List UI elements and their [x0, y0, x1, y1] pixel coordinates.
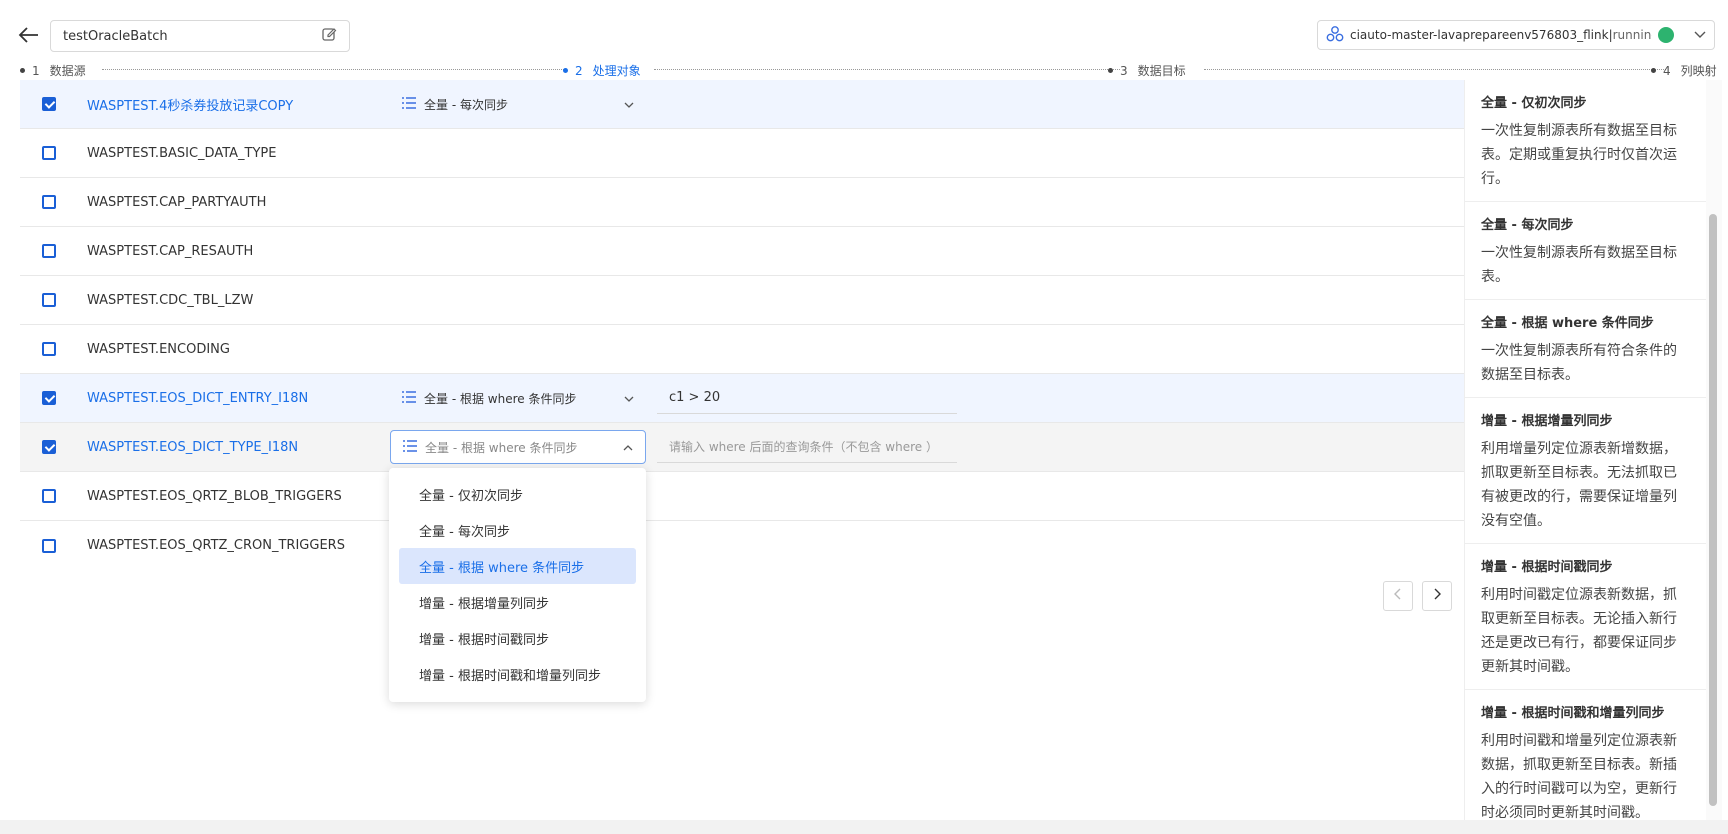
dropdown-option[interactable]: 全量 - 仅初次同步 [399, 476, 636, 512]
step-3[interactable]: 3 数据目标 [1108, 62, 1186, 79]
table-name: WASPTEST.BASIC_DATA_TYPE [87, 145, 277, 161]
row-checkbox[interactable] [42, 440, 56, 454]
row-checkbox[interactable] [42, 146, 56, 160]
table-name: WASPTEST.CAP_PARTYAUTH [87, 194, 267, 210]
table-name: WASPTEST.EOS_QRTZ_BLOB_TRIGGERS [87, 488, 342, 504]
table-row[interactable]: WASPTEST.CAP_RESAUTH [20, 227, 1464, 276]
step-1[interactable]: 1 数据源 [20, 62, 86, 79]
sync-mode-select[interactable]: 全量 - 根据 where 条件同步 [390, 430, 646, 464]
back-arrow-icon[interactable] [18, 26, 40, 44]
list-icon [402, 96, 416, 112]
sync-mode-help-panel: 全量 - 仅初次同步 一次性复制源表所有数据至目标表。定期或重复执行时仅首次运行… [1464, 80, 1706, 834]
cluster-icon [1326, 25, 1344, 46]
table-name: WASPTEST.EOS_DICT_ENTRY_I18N [87, 390, 309, 406]
chevron-down-icon [624, 391, 634, 405]
row-checkbox[interactable] [42, 538, 56, 553]
help-title: 全量 - 仅初次同步 [1481, 96, 1587, 111]
table-row[interactable]: WASPTEST.EOS_DICT_TYPE_I18N 全量 - 根据 wher… [20, 423, 1464, 472]
table-row[interactable]: WASPTEST.ENCODING [20, 325, 1464, 374]
chevron-left-icon [1394, 588, 1402, 604]
dropdown-option[interactable]: 增量 - 根据增量列同步 [399, 584, 636, 620]
table-row[interactable]: WASPTEST.CAP_PARTYAUTH [20, 178, 1464, 227]
row-checkbox[interactable] [42, 342, 56, 356]
cluster-select[interactable]: ciauto-master-lavaprepareenv576803_flink… [1317, 20, 1715, 50]
row-checkbox[interactable] [42, 97, 56, 111]
where-condition-input[interactable]: 请输入 where 后面的查询条件（不包含 where ） [657, 431, 957, 463]
help-section: 增量 - 根据时间戳和增量列同步 利用时间戳和增量列定位源表新数据，抓取更新至目… [1465, 690, 1706, 834]
help-text: 一次性复制源表所有符合条件的数据至目标表。 [1481, 343, 1677, 383]
table-name: WASPTEST.4秒杀券投放记录COPY [87, 98, 294, 114]
table-row[interactable]: WASPTEST.CDC_TBL_LZW [20, 276, 1464, 325]
cluster-name: ciauto-master-lavaprepareenv576803_flink… [1350, 28, 1652, 42]
help-section: 增量 - 根据时间戳同步 利用时间戳定位源表新数据，抓取更新至目标表。无论插入新… [1465, 544, 1706, 690]
row-checkbox[interactable] [42, 293, 56, 307]
dropdown-option[interactable]: 全量 - 每次同步 [399, 512, 636, 548]
chevron-right-icon [1433, 588, 1441, 604]
help-title: 增量 - 根据增量列同步 [1481, 414, 1613, 429]
running-status-icon [1658, 27, 1674, 43]
task-name-field[interactable]: testOracleBatch [50, 20, 350, 52]
step-2[interactable]: 2 处理对象 [563, 62, 641, 79]
row-checkbox[interactable] [42, 244, 56, 258]
chevron-down-icon [1694, 28, 1706, 42]
table-row[interactable]: WASPTEST.EOS_QRTZ_CRON_TRIGGERS [20, 521, 1464, 570]
help-scrollbar[interactable] [1706, 80, 1722, 834]
row-checkbox[interactable] [42, 391, 56, 405]
list-icon [403, 439, 417, 455]
table-name: WASPTEST.CAP_RESAUTH [87, 243, 254, 259]
table-name: WASPTEST.EOS_DICT_TYPE_I18N [87, 439, 299, 455]
help-section: 全量 - 根据 where 条件同步 一次性复制源表所有符合条件的数据至目标表。 [1465, 300, 1706, 398]
table-row[interactable]: WASPTEST.4秒杀券投放记录COPY 全量 - 每次同步 [20, 80, 1464, 129]
help-text: 利用时间戳和增量列定位源表新数据，抓取更新至目标表。新插入的行时间戳可以为空，更… [1481, 733, 1677, 821]
table-row[interactable]: WASPTEST.BASIC_DATA_TYPE [20, 129, 1464, 178]
row-checkbox[interactable] [42, 489, 56, 503]
help-section: 增量 - 根据增量列同步 利用增量列定位源表新增数据，抓取更新至目标表。无法抓取… [1465, 398, 1706, 544]
dropdown-option[interactable]: 增量 - 根据时间戳同步 [399, 620, 636, 656]
help-title: 增量 - 根据时间戳和增量列同步 [1481, 706, 1665, 721]
chevron-down-icon [624, 97, 634, 111]
row-checkbox[interactable] [42, 195, 56, 209]
scroll-thumb[interactable] [1709, 214, 1717, 806]
help-text: 利用时间戳定位源表新数据，抓取更新至目标表。无论插入新行还是更改已有行，都要保证… [1481, 587, 1677, 675]
step-4[interactable]: 4 列映射 [1651, 62, 1717, 79]
dropdown-option[interactable]: 增量 - 根据时间戳和增量列同步 [399, 656, 636, 692]
edit-icon[interactable] [321, 26, 337, 46]
page: testOracleBatch ciauto-master-lavaprepar… [0, 0, 1728, 834]
next-page-button[interactable] [1422, 581, 1452, 611]
table-row[interactable]: WASPTEST.EOS_DICT_ENTRY_I18N 全量 - 根据 whe… [20, 374, 1464, 423]
help-title: 全量 - 每次同步 [1481, 218, 1574, 233]
help-title: 全量 - 根据 where 条件同步 [1481, 316, 1654, 331]
help-section: 全量 - 每次同步 一次性复制源表所有数据至目标表。 [1465, 202, 1706, 300]
help-section: 全量 - 仅初次同步 一次性复制源表所有数据至目标表。定期或重复执行时仅首次运行… [1465, 80, 1706, 202]
table-row[interactable]: WASPTEST.EOS_QRTZ_BLOB_TRIGGERS [20, 472, 1464, 521]
help-text: 一次性复制源表所有数据至目标表。定期或重复执行时仅首次运行。 [1481, 123, 1677, 187]
task-name-text: testOracleBatch [63, 28, 168, 44]
table-name: WASPTEST.EOS_QRTZ_CRON_TRIGGERS [87, 538, 345, 553]
help-text: 利用增量列定位源表新增数据，抓取更新至目标表。无法抓取已有被更改的行，需要保证增… [1481, 441, 1677, 529]
table-name: WASPTEST.ENCODING [87, 341, 230, 357]
chevron-up-icon [623, 440, 633, 454]
list-icon [402, 390, 416, 406]
help-title: 增量 - 根据时间戳同步 [1481, 560, 1613, 575]
where-condition-input[interactable]: c1 > 20 [657, 382, 957, 414]
dropdown-option-selected[interactable]: 全量 - 根据 where 条件同步 [399, 548, 636, 584]
table-name: WASPTEST.CDC_TBL_LZW [87, 292, 254, 308]
prev-page-button[interactable] [1383, 581, 1413, 611]
bottom-bar [0, 820, 1728, 834]
sync-mode-dropdown: 全量 - 仅初次同步 全量 - 每次同步 全量 - 根据 where 条件同步 … [389, 468, 646, 702]
step-indicator: 1 数据源 2 处理对象 3 数据目标 4 列映射 [20, 62, 1728, 78]
help-text: 一次性复制源表所有数据至目标表。 [1481, 245, 1677, 285]
sync-mode-select[interactable]: 全量 - 根据 where 条件同步 [390, 381, 646, 415]
table-list: WASPTEST.4秒杀券投放记录COPY 全量 - 每次同步 WASPTEST… [20, 80, 1464, 570]
sync-mode-select[interactable]: 全量 - 每次同步 [390, 87, 646, 121]
